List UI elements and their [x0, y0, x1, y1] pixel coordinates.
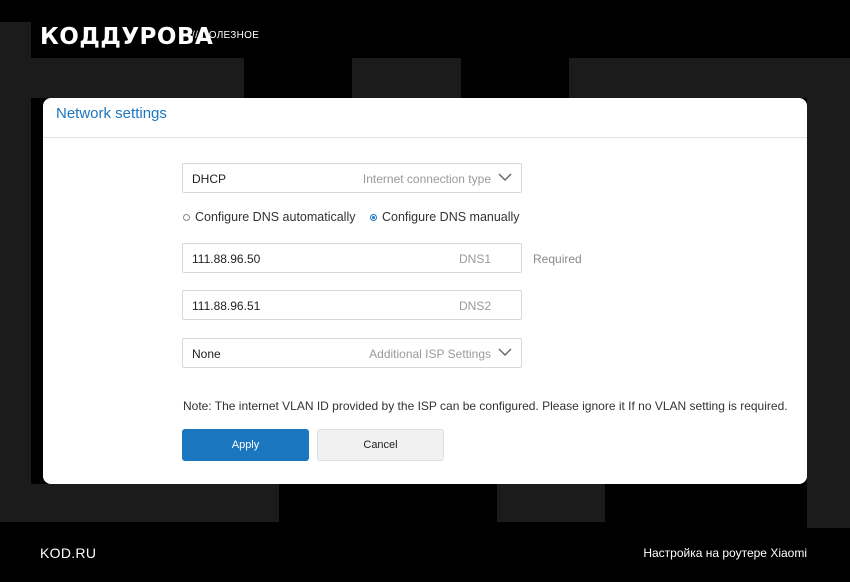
isp-settings-value: None [192, 347, 221, 361]
cancel-button[interactable]: Cancel [317, 429, 444, 461]
apply-button[interactable]: Apply [182, 429, 309, 461]
network-settings-card: Network settings DHCP Internet connectio… [43, 98, 807, 484]
dns2-input[interactable]: 111.88.96.51 DNS2 [182, 290, 522, 320]
dns-manual-radio[interactable] [370, 213, 377, 221]
dns1-input[interactable]: 111.88.96.50 DNS1 [182, 243, 522, 273]
isp-settings-hint: Additional ISP Settings [369, 347, 491, 361]
dns-auto-option[interactable]: Configure DNS automatically [183, 210, 356, 224]
background-block [31, 484, 279, 522]
dns1-value: 111.88.96.50 [192, 252, 261, 266]
background-block [352, 58, 461, 98]
background-block [31, 58, 244, 98]
connection-type-value: DHCP [192, 172, 227, 186]
background-block [0, 22, 31, 522]
dns1-hint: DNS1 [458, 252, 491, 266]
background-block [497, 484, 605, 522]
dns-manual-label: Configure DNS manually [382, 210, 520, 224]
dns-auto-label: Configure DNS automatically [195, 210, 356, 224]
brand-tag: // ПОЛЕЗНОЕ [192, 30, 260, 41]
footer-caption: Настройка на роутере Xiaomi [643, 546, 807, 560]
connection-type-hint: Internet connection type [362, 172, 491, 186]
divider [43, 137, 807, 138]
isp-settings-select[interactable]: None Additional ISP Settings [182, 338, 522, 368]
background-block [807, 58, 850, 528]
dns2-hint: DNS2 [458, 299, 491, 313]
dns1-required-label: Required [533, 252, 582, 266]
dns-manual-option[interactable]: Configure DNS manually [370, 210, 520, 224]
brand-logo: КОДДУРОВА [40, 24, 214, 50]
footer-site-name: KOD.RU [40, 545, 97, 561]
chevron-down-icon [498, 348, 512, 356]
connection-type-select[interactable]: DHCP Internet connection type [182, 163, 522, 193]
vlan-note: Note: The internet VLAN ID provided by t… [183, 399, 788, 413]
page-title: Network settings [56, 105, 167, 122]
dns2-value: 111.88.96.51 [192, 299, 261, 313]
dns-auto-radio[interactable] [183, 213, 190, 221]
chevron-down-icon [498, 173, 512, 181]
